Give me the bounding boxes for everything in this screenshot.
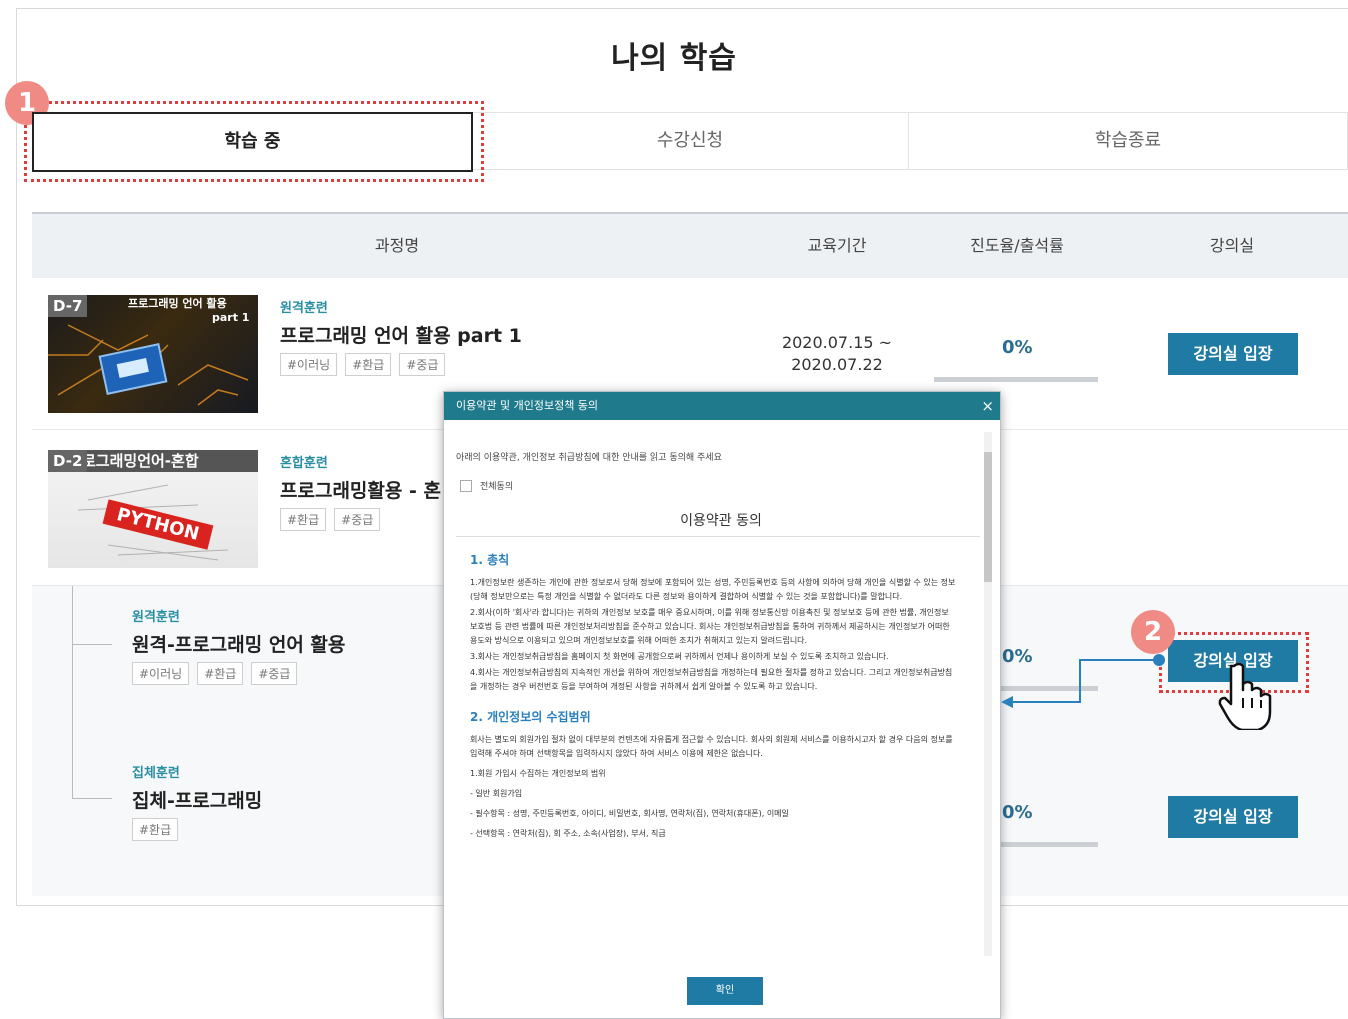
connector-arrow-icon bbox=[1001, 654, 1165, 708]
hand-cursor-icon bbox=[1218, 662, 1272, 730]
